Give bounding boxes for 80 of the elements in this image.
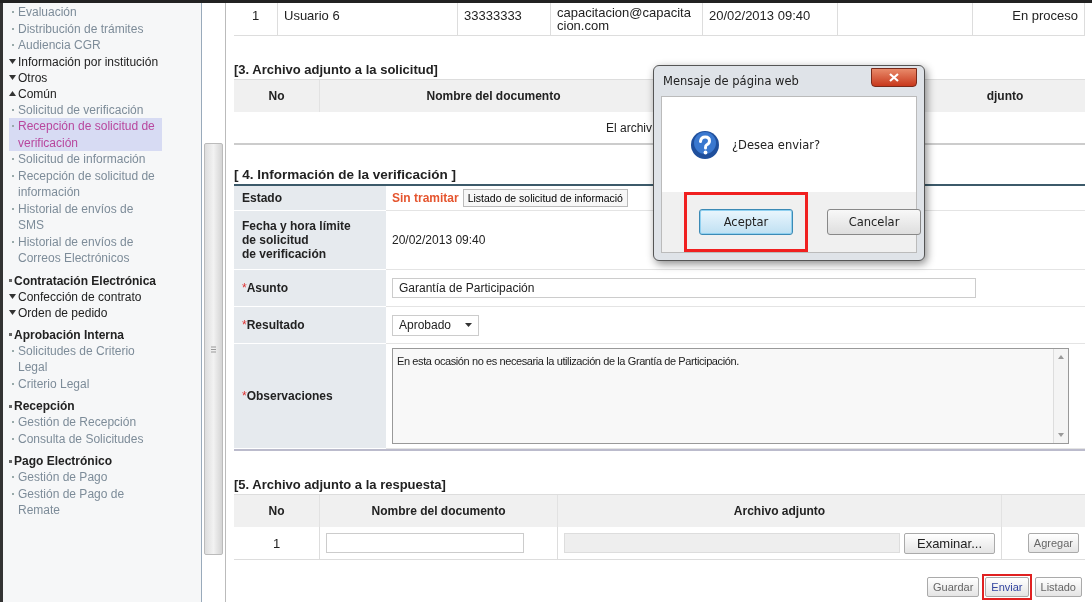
sidebar-link[interactable]: Recepción de solicitud de información [9, 167, 162, 201]
action-button[interactable]: Guardar [926, 577, 980, 597]
add-button[interactable]: Agregar [1027, 533, 1079, 553]
close-icon [889, 72, 899, 82]
expanded-arrow-icon[interactable] [9, 91, 16, 96]
table-cell: Usuario 6 [278, 3, 458, 35]
sidebar-item[interactable]: Orden de pedido [18, 304, 108, 321]
sidebar-link[interactable]: Recepción de solicitud de verificación [9, 118, 162, 151]
sidebar-link[interactable]: Solicitud de información [9, 151, 162, 168]
bullet-icon [9, 404, 12, 408]
sidebar-link[interactable]: Distribución de trámites [9, 20, 162, 37]
table-cell: 1 [234, 527, 320, 559]
observaciones-field[interactable]: En esta ocasión no es necesaria la utilización de la Grantía de Participación. [392, 348, 1069, 444]
sidebar-link[interactable]: Criterio Legal [9, 375, 162, 392]
dialog-button[interactable]: Aceptar [699, 209, 793, 235]
collapsed-arrow-icon[interactable] [9, 59, 16, 64]
scroll-down-icon[interactable] [1058, 433, 1064, 437]
document-name-field[interactable] [326, 533, 524, 553]
table-cell: 33333333 [458, 3, 551, 35]
section-title: [5. Archivo adjunto a la respuesta] [234, 477, 447, 492]
scrollbar[interactable] [202, 3, 226, 602]
sidebar-section[interactable]: Pago Electrónico [14, 453, 113, 469]
sidebar-link[interactable]: Historial de envíos de SMS [9, 200, 162, 234]
caret-icon [465, 323, 473, 327]
sidebar-link[interactable]: Gestión de Pago [9, 469, 162, 486]
column-header: djunto [985, 88, 1025, 105]
empty-message: El archiv [606, 120, 652, 135]
field-label: Fecha y hora límite de solicitud de verificación [234, 211, 386, 270]
bullet-icon [9, 279, 12, 282]
file-path-field[interactable] [564, 533, 900, 553]
sidebar-link[interactable]: Consulta de Solicitudes [9, 430, 162, 447]
field-label: *Asunto [234, 270, 386, 307]
close-button[interactable] [871, 67, 917, 87]
action-button[interactable]: Enviar [985, 577, 1029, 597]
sidebar-link[interactable]: Audiencia CGR [9, 37, 162, 54]
column-header: Nombre del documento [320, 495, 558, 527]
column-header: No [234, 495, 320, 527]
status-text: Sin tramitar [392, 191, 459, 205]
dialog-button[interactable]: Cancelar [827, 209, 921, 235]
dialog-message: ¿Desea enviar? [732, 137, 821, 152]
table-cell: En proceso [973, 3, 1085, 35]
collapsed-arrow-icon[interactable] [9, 294, 16, 299]
section-title: [3. Archivo adjunto a la solicitud] [234, 62, 439, 77]
sidebar-link[interactable]: Gestión de Pago de Remate [9, 485, 162, 519]
field-value: En esta ocasión no es necesaria la utilización de la Grantía de Participación. [396, 354, 740, 369]
field-label: Estado [234, 186, 386, 211]
scrollbar[interactable] [1053, 349, 1068, 443]
collapsed-arrow-icon[interactable] [9, 310, 16, 315]
browse-button[interactable]: Examinar... [903, 532, 995, 554]
table-cell: 1 [234, 3, 278, 35]
sidebar-item[interactable]: Información por institución [18, 53, 159, 70]
sidebar-item[interactable]: Otros [18, 69, 48, 86]
column-header: No [234, 80, 320, 112]
sidebar-section[interactable]: Recepción [14, 398, 75, 414]
sidebar-section[interactable]: Contratación Electrónica [14, 272, 157, 289]
sidebar-item[interactable]: Confección de contrato [18, 288, 142, 305]
resultado-dropdown[interactable]: Aprobado [392, 314, 480, 336]
question-icon [690, 129, 720, 160]
table-cell: 20/02/2013 09:40 [703, 3, 838, 35]
scroll-up-icon[interactable] [1058, 355, 1064, 359]
sidebar-link[interactable]: Evaluación [9, 4, 162, 21]
bullet-icon [9, 459, 12, 463]
grip-icon [211, 345, 216, 353]
field-label: *Resultado [234, 307, 386, 344]
sidebar-link[interactable]: Gestión de Recepción [9, 414, 162, 431]
field-label: *Observaciones [234, 344, 386, 449]
sidebar-link[interactable]: Historial de envíos de Correos Electrónicos [9, 233, 162, 267]
sidebar-section[interactable]: Aprobación Interna [14, 326, 124, 343]
sidebar-item[interactable]: Común [18, 85, 57, 102]
asunto-field[interactable]: Garantía de Participación [392, 278, 976, 298]
sidebar-link[interactable]: Solicitud de verificación [9, 101, 162, 118]
column-header: Archivo adjunto [558, 495, 1002, 527]
sidebar-link[interactable]: Solicitudes de Criterio Legal [9, 342, 162, 376]
bullet-icon [9, 333, 12, 336]
collapsed-arrow-icon[interactable] [9, 75, 16, 80]
table-cell: capacitacion@capacitacion.com [551, 3, 703, 35]
list-button[interactable]: Listado de solicitud de informació [462, 189, 628, 207]
field-value: 20/02/2013 09:40 [392, 233, 486, 247]
section-title: [ 4. Información de la verificación ] [234, 167, 458, 182]
action-button[interactable]: Listado [1034, 577, 1082, 597]
